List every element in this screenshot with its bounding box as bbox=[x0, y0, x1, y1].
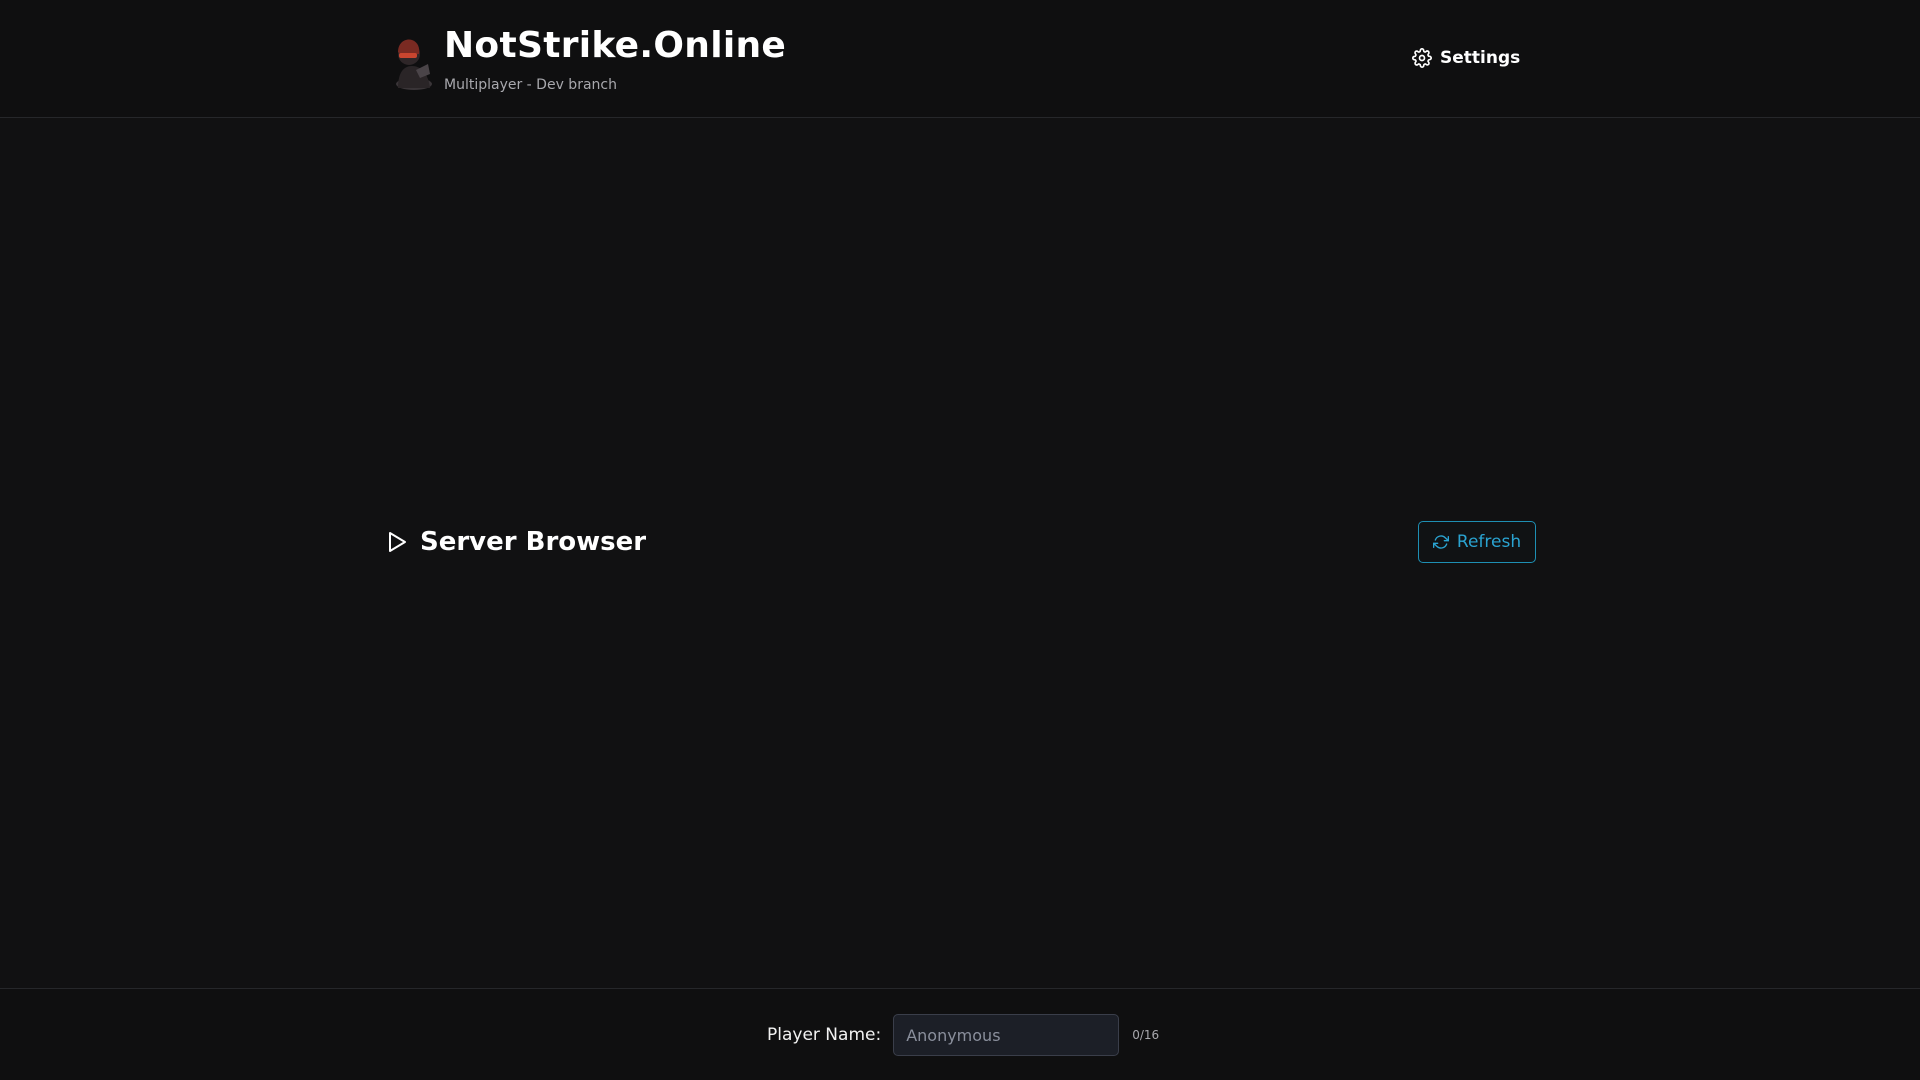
player-name-row: Player Name: 0/16 bbox=[767, 1014, 1159, 1056]
brand: NotStrike.Online Multiplayer - Dev branc… bbox=[388, 26, 786, 94]
server-browser-title: Server Browser bbox=[420, 527, 647, 557]
refresh-button[interactable]: Refresh bbox=[1418, 521, 1536, 563]
bottom-bar: Player Name: 0/16 bbox=[0, 988, 1920, 1080]
player-name-input[interactable] bbox=[893, 1014, 1120, 1056]
gear-icon bbox=[1412, 48, 1432, 68]
refresh-label: Refresh bbox=[1456, 532, 1522, 552]
play-triangle-icon[interactable] bbox=[386, 530, 408, 554]
player-name-label: Player Name: bbox=[767, 1025, 882, 1045]
player-name-char-counter: 0/16 bbox=[1132, 1028, 1160, 1042]
refresh-icon bbox=[1432, 535, 1449, 549]
masked-player-avatar-icon bbox=[396, 39, 432, 90]
settings-label: Settings bbox=[1440, 48, 1521, 68]
app-title: NotStrike.Online bbox=[444, 25, 787, 66]
server-browser-header: Server Browser Refresh bbox=[386, 520, 1536, 564]
top-bar: NotStrike.Online Multiplayer - Dev branc… bbox=[0, 0, 1920, 118]
settings-button[interactable]: Settings bbox=[1412, 44, 1520, 72]
app-subtitle: Multiplayer - Dev branch bbox=[444, 77, 617, 93]
